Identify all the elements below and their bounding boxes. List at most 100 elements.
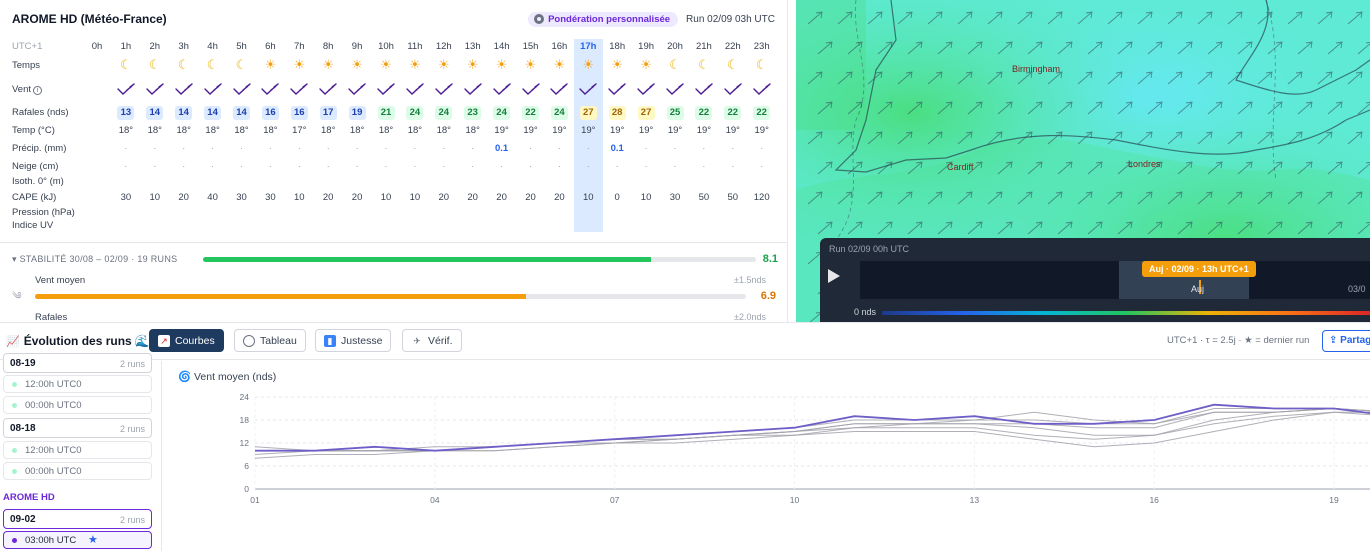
- timeline-run-label: Run 02/09 00h UTC: [829, 244, 910, 254]
- runs-evolution-panel: 📈 Évolution des runs 🌊 ↗ Courbes Tableau ▮…: [0, 322, 1370, 551]
- moon-icon: ☾: [206, 57, 219, 72]
- precip-cell: ·: [442, 143, 446, 154]
- precip-cell: ·: [644, 143, 648, 154]
- cape-cell: 20: [554, 192, 565, 203]
- weighting-badge[interactable]: Pondération personnalisée: [528, 11, 679, 27]
- y-tick-label: 0: [244, 484, 249, 494]
- tab-table[interactable]: Tableau: [234, 329, 306, 352]
- hour-cell: 11h: [407, 41, 423, 52]
- snow-cell: ·: [586, 161, 590, 172]
- temp-cell: 18°: [436, 125, 451, 136]
- cape-cell: 30: [120, 192, 132, 203]
- wind-barb-icon: [174, 83, 193, 95]
- gusts-row: Rafales (nds) 13 14 14 14 14 16 16 17 19 21 24 24 23…: [0, 104, 787, 122]
- temp-cell: 19°: [638, 125, 654, 136]
- gust-cell: 24: [488, 106, 516, 120]
- gust-badge: 27: [579, 106, 597, 120]
- temp-cell: 19°: [523, 125, 538, 136]
- wind-label: Vent i: [12, 84, 43, 95]
- tab-verify[interactable]: ✈ Vérif.: [402, 329, 462, 352]
- precip-cell: ·: [413, 143, 417, 154]
- temp-cell: 18°: [349, 125, 365, 136]
- star-icon: ★: [88, 534, 98, 546]
- tab-curves[interactable]: ↗ Courbes: [149, 329, 224, 352]
- cape-cell: 10: [640, 192, 652, 203]
- gust-cell: 14: [170, 106, 198, 120]
- info-icon[interactable]: i: [33, 86, 43, 95]
- gust-badge: 28: [608, 106, 626, 120]
- wind-label-text: Vent: [12, 84, 32, 95]
- run-item[interactable]: 12:00h UTC0: [3, 375, 152, 393]
- x-tick-label: 13: [970, 495, 980, 503]
- chart-title-text: Vent moyen (nds): [194, 371, 277, 383]
- day-item-selected[interactable]: 09-02 2 runs: [3, 509, 152, 529]
- run-item[interactable]: 12:00h UTC0: [3, 441, 152, 459]
- metric-gusts-label: Rafales: [35, 312, 68, 322]
- temp-cell: 19°: [725, 125, 740, 136]
- run-label: Run 02/09 03h UTC: [686, 13, 775, 25]
- tab-verify-label: Vérif.: [428, 334, 453, 347]
- snow-cell: ·: [239, 161, 244, 172]
- day-item[interactable]: 08-18 2 runs: [3, 418, 152, 438]
- temp-cell: 19°: [610, 125, 625, 136]
- x-tick-label: 19: [1329, 495, 1339, 503]
- wind-evolution-chart[interactable]: 0 6 12 18 24 01 04 07 10 13 16 19: [230, 391, 1370, 503]
- sun-icon: ☀: [582, 57, 595, 72]
- moon-icon: ☾: [698, 57, 710, 72]
- run-item[interactable]: 00:00h UTC0: [3, 462, 152, 480]
- wind-barb-icon: [579, 83, 597, 95]
- hour-cell: 4h: [207, 41, 218, 52]
- cape-cell: 20: [178, 192, 189, 203]
- gust-cell: 27: [574, 106, 602, 120]
- wind-barb-icon: [463, 83, 482, 95]
- gust-cell: 17: [314, 106, 342, 120]
- cape-cell: 30: [669, 192, 681, 203]
- precip-cell: ·: [297, 143, 301, 154]
- satellite-icon: ✈: [413, 335, 421, 346]
- gust-cell: 22: [719, 106, 747, 120]
- run-label: 12:00h UTC0: [25, 445, 82, 456]
- wind-barb-icon: [724, 83, 742, 95]
- precip-cell: ·: [268, 143, 272, 154]
- wind-icon: ༄: [12, 291, 22, 302]
- metric-wind-spread: ±1.5nds: [734, 275, 766, 285]
- run-label: 03:00h UTC: [25, 535, 77, 546]
- run-item[interactable]: 00:00h UTC0: [3, 396, 152, 414]
- temp-cell: 18°: [407, 125, 423, 136]
- cape-cell: 40: [207, 192, 218, 203]
- sun-icon: ☀: [611, 57, 624, 72]
- forecast-header: AROME HD (Météo-France) Pondération pers…: [12, 10, 775, 28]
- gust-badge: 24: [435, 106, 453, 120]
- share-button[interactable]: ⇪ Partager: [1322, 330, 1370, 352]
- gust-badge: 22: [753, 106, 771, 120]
- stability-section[interactable]: ▾ STABILITÉ 30/08 – 02/09 · 19 RUNS 8.1: [12, 253, 778, 267]
- cape-cell: 20: [322, 192, 334, 203]
- snow-cell: ·: [644, 161, 648, 172]
- chart-icon: ↗: [158, 334, 170, 347]
- sun-icon: ☀: [409, 57, 421, 72]
- timeline-track[interactable]: [860, 261, 1370, 299]
- snow-cell: ·: [760, 161, 764, 172]
- moon-icon: ☾: [235, 57, 248, 72]
- snow-cell: ·: [673, 161, 677, 172]
- snow-cell: ·: [500, 161, 504, 172]
- tab-accuracy-label: Justesse: [341, 334, 383, 347]
- gusts-label: Rafales (nds): [12, 107, 69, 118]
- run-item-selected[interactable]: 03:00h UTC ★: [3, 531, 152, 549]
- gust-cell: 22: [517, 106, 545, 120]
- hour-cell: 7h: [294, 41, 305, 52]
- tab-accuracy[interactable]: ▮ Justesse: [315, 329, 392, 352]
- evolution-toolbar: 📈 Évolution des runs 🌊 ↗ Courbes Tableau ▮…: [0, 323, 1370, 360]
- run-dot: [12, 538, 17, 543]
- gust-cell: 14: [141, 106, 169, 120]
- gear-icon: [534, 14, 545, 24]
- gust-cell: 13: [112, 106, 140, 120]
- map-city-1: Birmingham: [1012, 64, 1061, 74]
- sun-icon: ☀: [437, 57, 450, 72]
- day-item[interactable]: 08-19 2 runs: [3, 353, 152, 373]
- x-tick-label: 01: [250, 495, 260, 503]
- hour-cell: 16h: [551, 41, 568, 52]
- timeline-next-day-label: 03/0: [1348, 284, 1366, 294]
- sun-icon: ☀: [293, 57, 306, 72]
- play-icon[interactable]: [828, 269, 840, 283]
